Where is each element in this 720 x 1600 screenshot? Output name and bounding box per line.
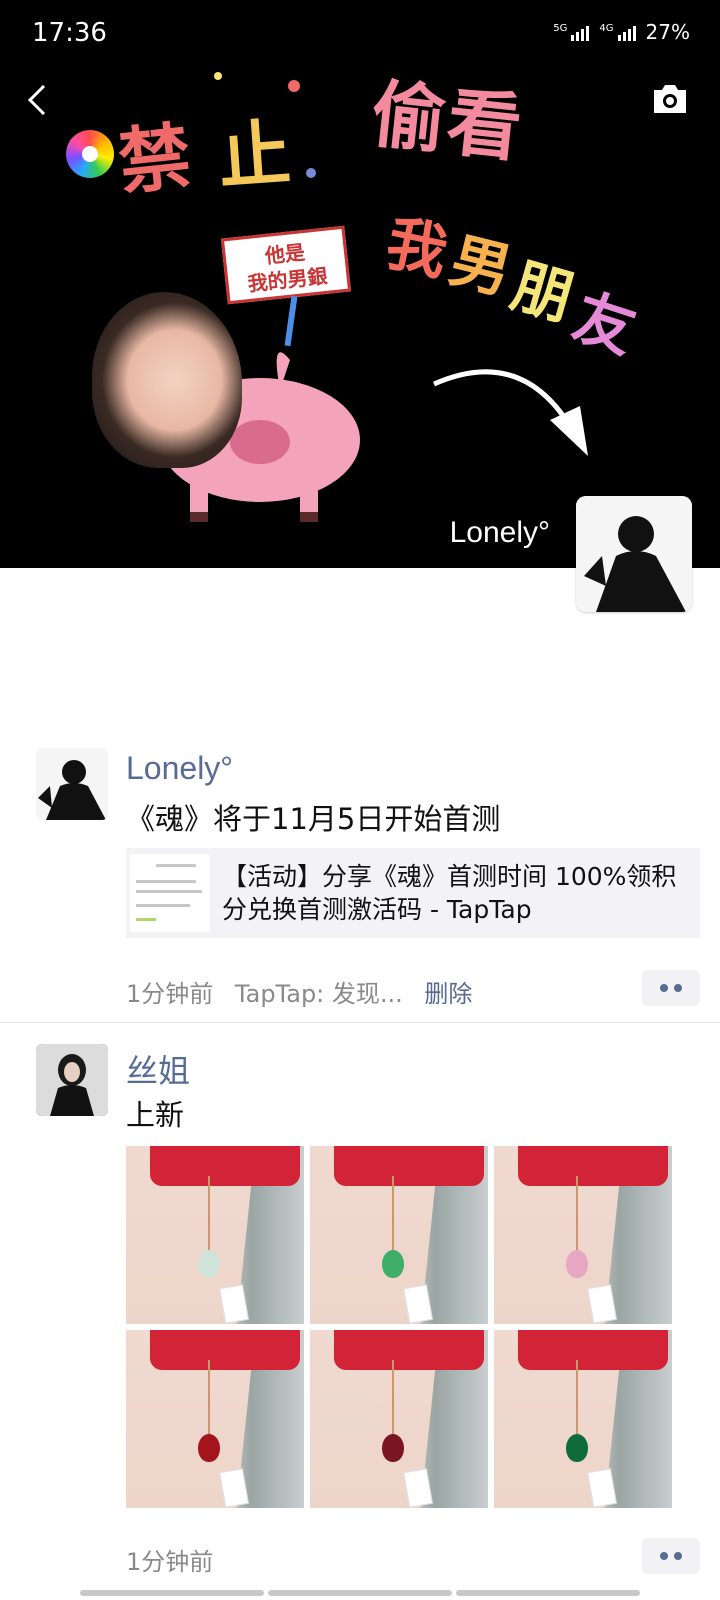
post-divider xyxy=(0,1022,720,1023)
photo-tag xyxy=(219,1468,249,1508)
post-meta: 1分钟前 xyxy=(126,1542,213,1577)
photo-pendant xyxy=(566,1250,588,1278)
post-avatar[interactable] xyxy=(36,748,108,820)
cover-sign: 他是 我的男銀 xyxy=(220,225,352,305)
post-avatar[interactable] xyxy=(36,1044,108,1116)
post-source[interactable]: TapTap: 发现... xyxy=(235,980,403,1008)
color-wheel-icon xyxy=(66,130,114,178)
silhouette-avatar-icon xyxy=(36,748,108,820)
cover-image[interactable]: 17:36 5G 4G 27% 禁 止 偷看 我 男 朋 友 他是 我的男銀 L… xyxy=(0,0,720,568)
post-time: 1分钟前 xyxy=(126,980,214,1008)
photo-pendant xyxy=(198,1250,220,1278)
post-time: 1分钟前 xyxy=(126,1548,214,1576)
photo-band xyxy=(150,1330,300,1370)
signal-5g-icon: 5G xyxy=(553,23,590,41)
photo-pendant xyxy=(382,1434,404,1462)
photo-band xyxy=(518,1146,668,1186)
photo-thumbnail[interactable] xyxy=(126,1330,304,1508)
cover-text: 禁 xyxy=(114,113,197,205)
photo-thumbnail[interactable] xyxy=(310,1330,488,1508)
signal-4g-icon: 4G xyxy=(599,23,636,41)
status-bar: 17:36 5G 4G 27% xyxy=(0,0,720,70)
post-username[interactable]: 丝姐 xyxy=(126,1046,190,1092)
photo-tag xyxy=(219,1284,249,1324)
photo-pendant xyxy=(382,1250,404,1278)
decor-dot xyxy=(214,72,222,80)
photo-chain xyxy=(392,1176,394,1256)
photo-thumbnail[interactable] xyxy=(310,1146,488,1324)
delete-button[interactable]: 删除 xyxy=(424,980,472,1008)
decor-dot xyxy=(306,168,316,178)
photo-tag xyxy=(587,1284,617,1324)
photo-band xyxy=(518,1330,668,1370)
post-username[interactable]: Lonely° xyxy=(126,750,233,787)
photo-chain xyxy=(576,1360,578,1440)
photo-tag xyxy=(403,1284,433,1324)
status-right: 5G 4G 27% xyxy=(553,20,690,44)
photo-band xyxy=(334,1146,484,1186)
post-text: 上新 xyxy=(126,1098,185,1132)
arrow-doodle xyxy=(432,369,588,456)
photo-pendant xyxy=(198,1434,220,1462)
photo-chain xyxy=(392,1360,394,1440)
cover-text: 偷看 xyxy=(367,71,528,173)
photo-tag xyxy=(403,1468,433,1508)
bottom-scroll-bar xyxy=(80,1590,640,1596)
back-chevron-icon[interactable] xyxy=(22,80,52,120)
photo-thumbnail[interactable] xyxy=(494,1330,672,1508)
camera-icon[interactable] xyxy=(650,82,690,116)
photo-chain xyxy=(576,1176,578,1256)
photo-band xyxy=(334,1330,484,1370)
shared-link-card[interactable]: 【活动】分享《魂》首测时间 100%领积分兑换首测激活码 - TapTap xyxy=(126,848,700,938)
decor-dot xyxy=(288,80,300,92)
photo-chain xyxy=(208,1176,210,1256)
photo-tag xyxy=(587,1468,617,1508)
photo-thumbnail[interactable] xyxy=(126,1146,304,1324)
photo-grid xyxy=(126,1146,674,1508)
link-title: 【活动】分享《魂》首测时间 100%领积分兑换首测激活码 - TapTap xyxy=(222,862,677,924)
user-photo-avatar xyxy=(36,1044,108,1116)
face-photo xyxy=(92,292,242,468)
photo-pendant xyxy=(566,1434,588,1462)
status-time: 17:36 xyxy=(32,18,107,48)
photo-band xyxy=(150,1146,300,1186)
photo-chain xyxy=(208,1360,210,1440)
silhouette-avatar-icon xyxy=(576,496,692,612)
post-meta: 1分钟前 TapTap: 发现... 删除 xyxy=(126,974,472,1009)
post-text: 《魂》将于11月5日开始首测 xyxy=(126,802,501,836)
more-dots-icon[interactable] xyxy=(642,1538,700,1574)
cover-owner-name: Lonely° xyxy=(449,516,550,549)
more-dots-icon[interactable] xyxy=(642,970,700,1006)
photo-thumbnail[interactable] xyxy=(494,1146,672,1324)
cover-text: 止 xyxy=(215,110,296,200)
cover-avatar[interactable] xyxy=(576,496,692,612)
link-thumbnail xyxy=(130,854,210,932)
battery-percent: 27% xyxy=(645,20,690,44)
